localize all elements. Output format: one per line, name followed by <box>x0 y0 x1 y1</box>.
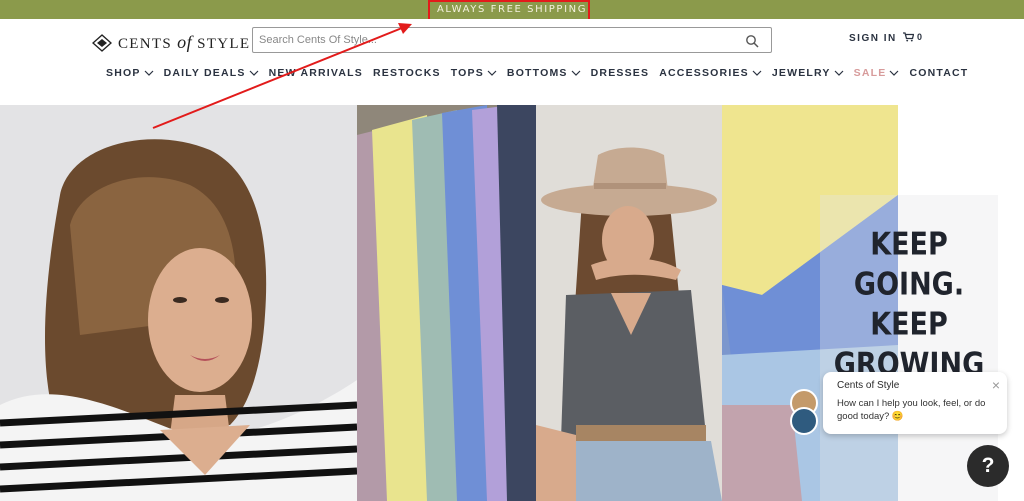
nav-item-bottoms[interactable]: BOTTOMS <box>507 67 581 79</box>
help-button[interactable]: ? <box>967 445 1009 487</box>
tagline-line-1: KEEP <box>870 226 948 263</box>
search-bar <box>252 27 772 53</box>
tagline-line-3: KEEP <box>870 306 948 343</box>
chevron-down-icon <box>144 70 153 76</box>
close-icon[interactable]: × <box>992 377 1000 393</box>
nav-item-dresses[interactable]: DRESSES <box>591 67 650 79</box>
chevron-down-icon <box>834 70 844 76</box>
chat-user-avatar-icon <box>790 407 818 435</box>
hero-photo-model-hat <box>536 105 722 501</box>
cart-icon <box>903 32 914 42</box>
tagline-line-2: GOING. <box>853 266 965 303</box>
search-input[interactable] <box>259 31 729 49</box>
main-nav: SHOP DAILY DEALS NEW ARRIVALS RESTOCKS T… <box>106 67 978 79</box>
nav-item-jewelry[interactable]: JEWELRY <box>772 67 844 79</box>
site-logo[interactable]: CENTS of STYLE <box>92 32 250 53</box>
chat-popup[interactable]: Cents of Style × How can I help you look… <box>823 372 1007 434</box>
site-header: CENTS of STYLE SIGN IN 0 SHOP DAILY DEAL… <box>0 19 1024 105</box>
logo-diamond-icon <box>92 33 112 52</box>
hero-photo-model-striped-tee <box>0 105 357 501</box>
nav-item-restocks[interactable]: RESTOCKS <box>373 67 441 79</box>
nav-item-sale[interactable]: SALE <box>854 67 900 79</box>
nav-item-daily-deals[interactable]: DAILY DEALS <box>164 67 259 79</box>
sign-in-link[interactable]: SIGN IN <box>849 33 897 44</box>
nav-item-shop[interactable]: SHOP <box>106 67 154 79</box>
chevron-down-icon <box>752 70 762 76</box>
chevron-down-icon <box>487 70 497 76</box>
chat-message: How can I help you look, feel, or do goo… <box>837 398 986 422</box>
hero-photo-tee-rack <box>357 105 536 501</box>
nav-item-tops[interactable]: TOPS <box>451 67 497 79</box>
chevron-down-icon <box>571 70 581 76</box>
chevron-down-icon <box>249 70 259 76</box>
chevron-down-icon <box>890 70 899 76</box>
logo-text: CENTS of STYLE <box>118 32 251 52</box>
nav-item-new-arrivals[interactable]: NEW ARRIVALS <box>269 67 363 79</box>
chat-title: Cents of Style <box>837 380 900 391</box>
nav-item-accessories[interactable]: ACCESSORIES <box>659 67 762 79</box>
search-icon[interactable] <box>745 34 759 48</box>
cart-button[interactable]: 0 <box>903 32 922 42</box>
cart-count: 0 <box>917 32 923 42</box>
nav-item-contact[interactable]: CONTACT <box>909 67 968 79</box>
